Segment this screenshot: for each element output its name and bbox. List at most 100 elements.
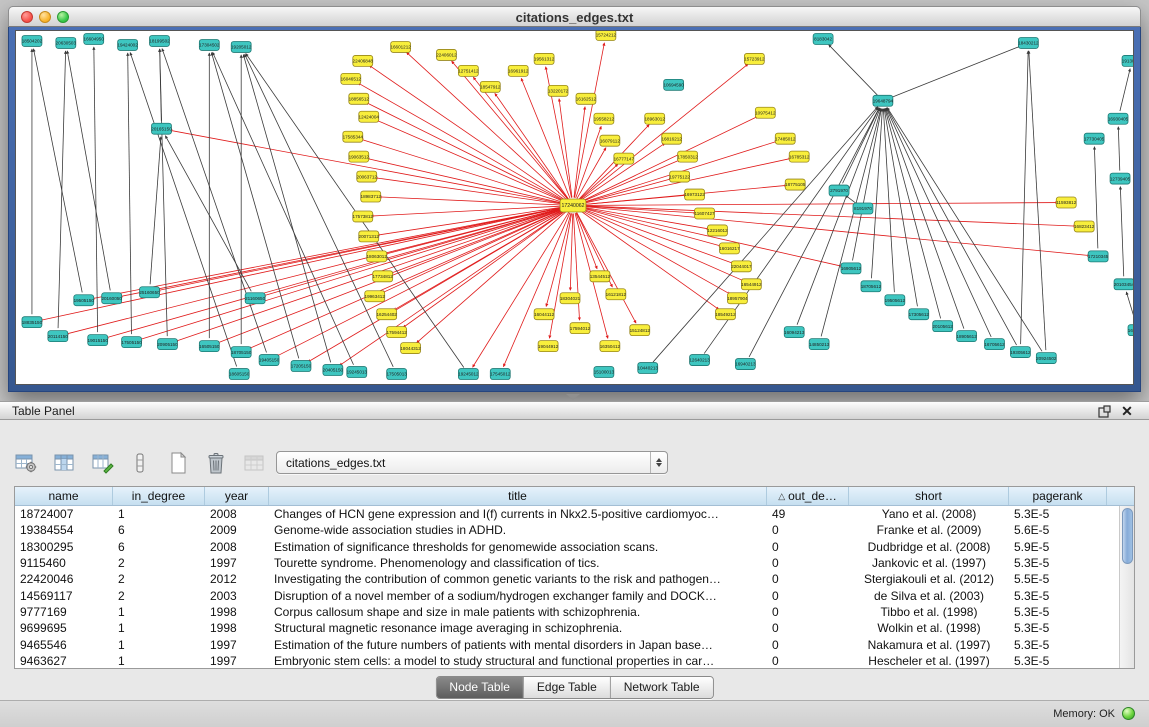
cell-out_de[interactable]: 0 [767, 605, 849, 619]
network-node[interactable]: 22406848 [353, 55, 374, 66]
network-node[interactable]: 18044312 [400, 343, 421, 354]
network-node[interactable]: 20405150 [323, 365, 344, 376]
cell-name[interactable]: 19384554 [15, 523, 113, 537]
network-node[interactable]: 17485012 [775, 133, 796, 144]
network-node[interactable]: 18856512 [349, 93, 370, 104]
cell-pagerank[interactable]: 5.3E-5 [1009, 654, 1107, 668]
network-edge[interactable] [308, 210, 566, 362]
cell-year[interactable]: 2008 [205, 540, 269, 554]
network-node[interactable]: 19130812 [1122, 55, 1133, 66]
vertical-scrollbar[interactable] [1119, 506, 1134, 668]
cell-name[interactable]: 22420046 [15, 572, 113, 586]
network-node[interactable]: 20630503 [56, 37, 77, 48]
network-node[interactable]: 12640213 [689, 355, 710, 366]
network-node[interactable]: 15724212 [596, 31, 617, 40]
table-row[interactable]: 1830029562008Estimation of significance … [15, 539, 1119, 555]
network-node[interactable]: 16544912 [741, 279, 762, 290]
row-selector-icon[interactable] [124, 449, 156, 477]
network-edge[interactable] [890, 46, 1021, 98]
window-titlebar[interactable]: citations_edges.txt [8, 6, 1141, 27]
network-node[interactable]: 22406012 [436, 49, 457, 60]
cell-out_de[interactable]: 49 [767, 507, 849, 521]
network-node[interactable]: 16961912 [508, 65, 529, 76]
network-node[interactable]: 16604950 [84, 33, 105, 44]
network-node[interactable]: 17594412 [386, 327, 407, 338]
network-node[interactable]: 16823412 [1074, 221, 1095, 232]
network-node[interactable]: 17240062 [560, 199, 586, 212]
network-node[interactable]: 14850213 [809, 339, 830, 350]
network-edge[interactable] [843, 108, 880, 183]
network-edge[interactable] [452, 61, 568, 199]
network-node[interactable]: 18304021 [560, 293, 581, 304]
cell-pagerank[interactable]: 5.9E-5 [1009, 540, 1107, 554]
cell-in_degree[interactable]: 6 [113, 523, 205, 537]
network-node[interactable]: 18983712 [361, 191, 382, 202]
network-node[interactable]: 20063712 [357, 171, 378, 182]
network-node[interactable]: 19015150 [88, 335, 109, 346]
network-node[interactable]: 22044017 [731, 261, 752, 272]
network-node[interactable]: 11593812 [1056, 197, 1076, 208]
network-node[interactable]: 8191970 [853, 203, 873, 214]
network-node[interactable]: 19245013 [347, 367, 368, 378]
cell-short[interactable]: Jankovic et al. (1997) [849, 556, 1009, 570]
network-node[interactable]: 18963012 [645, 113, 666, 124]
network-node[interactable]: 19561312 [534, 53, 555, 64]
tab-node-table[interactable]: Node Table [436, 677, 523, 698]
network-node[interactable]: 18835150 [22, 317, 43, 328]
network-edge[interactable] [211, 53, 298, 359]
tab-network-table[interactable]: Network Table [610, 677, 713, 698]
network-node[interactable]: 17205150 [291, 361, 312, 372]
network-node[interactable]: 19648794 [873, 95, 894, 106]
table-row[interactable]: 1938455462009Genome-wide association stu… [15, 522, 1119, 538]
cell-out_de[interactable]: 0 [767, 654, 849, 668]
cell-in_degree[interactable]: 1 [113, 621, 205, 635]
cell-out_de[interactable]: 0 [767, 638, 849, 652]
network-node[interactable]: 12424004 [359, 111, 380, 122]
network-node[interactable]: 16816212 [661, 133, 682, 144]
table-row[interactable]: 977716911998Corpus callosum shape and si… [15, 604, 1119, 620]
network-node[interactable]: 16930405 [1108, 113, 1129, 124]
table-row[interactable]: 1872400712008Changes of HCN gene express… [15, 506, 1119, 522]
network-node[interactable]: 19405150 [259, 355, 280, 366]
cell-in_degree[interactable]: 1 [113, 605, 205, 619]
network-edge[interactable] [495, 93, 569, 199]
network-node[interactable]: 16162512 [576, 93, 597, 104]
cell-in_degree[interactable]: 6 [113, 540, 205, 554]
network-node[interactable]: 16046512 [341, 73, 362, 84]
network-node[interactable]: 19044912 [538, 341, 559, 352]
cell-short[interactable]: Nakamura et al. (1997) [849, 638, 1009, 652]
network-edge[interactable] [749, 108, 879, 357]
column-header-title[interactable]: title [269, 487, 767, 505]
network-node[interactable]: 18504202 [22, 35, 43, 46]
network-edge[interactable] [580, 116, 758, 202]
network-node[interactable]: 19305612 [1010, 347, 1031, 358]
network-node[interactable]: 20160050 [101, 293, 122, 304]
cell-pagerank[interactable]: 5.3E-5 [1009, 621, 1107, 635]
cell-title[interactable]: Investigating the contribution of common… [269, 572, 767, 586]
cell-name[interactable]: 18300295 [15, 540, 113, 554]
column-header-in_degree[interactable]: in_degree [113, 487, 205, 505]
network-edge[interactable] [581, 203, 1058, 206]
cell-pagerank[interactable]: 5.3E-5 [1009, 605, 1107, 619]
cell-pagerank[interactable]: 5.3E-5 [1009, 589, 1107, 603]
delete-table-icon[interactable] [200, 449, 232, 477]
network-node[interactable]: 16350412 [600, 341, 621, 352]
network-node[interactable]: 18957904 [727, 293, 748, 304]
network-node[interactable]: 18430212 [1018, 37, 1039, 48]
cell-year[interactable]: 1997 [205, 654, 269, 668]
cell-year[interactable]: 1997 [205, 638, 269, 652]
network-node[interactable]: 16079112 [600, 135, 620, 146]
network-node[interactable]: 20071312 [359, 231, 380, 242]
network-node[interactable]: 15124812 [630, 325, 651, 336]
cell-title[interactable]: Genome-wide association studies in ADHD. [269, 523, 767, 537]
cell-short[interactable]: de Silva et al. (2003) [849, 589, 1009, 603]
cell-short[interactable]: Tibbo et al. (1998) [849, 605, 1009, 619]
edit-table-icon[interactable] [86, 449, 118, 477]
cell-year[interactable]: 2003 [205, 589, 269, 603]
network-edge[interactable] [130, 53, 236, 367]
table-settings-icon[interactable] [10, 449, 42, 477]
network-edge[interactable] [1094, 147, 1097, 249]
table-row[interactable]: 946554611997Estimation of the future num… [15, 636, 1119, 652]
network-edge[interactable] [797, 108, 880, 324]
network-edge[interactable] [369, 65, 566, 201]
